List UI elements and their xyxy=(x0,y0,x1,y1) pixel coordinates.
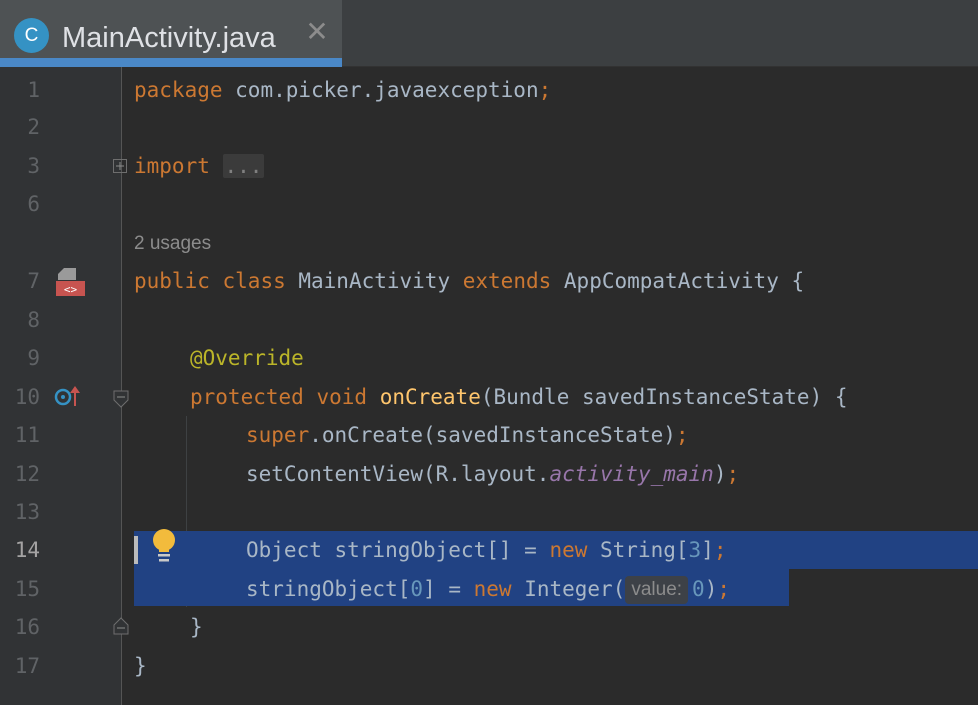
class-c-icon: C xyxy=(14,18,49,53)
line-number: 17 xyxy=(14,654,40,678)
line-number: 2 xyxy=(27,115,40,139)
code-text: setContentView(R.layout. xyxy=(246,462,550,486)
line-number: 8 xyxy=(27,308,40,332)
keyword: extends xyxy=(462,269,552,293)
code-text: stringObject[ xyxy=(246,577,411,601)
tab-title: MainActivity.java xyxy=(62,22,276,54)
fold-collapse-icon[interactable] xyxy=(113,390,129,408)
code-text: ) xyxy=(704,577,718,601)
lightbulb-icon[interactable] xyxy=(150,528,180,564)
code-text: (Bundle savedInstanceState) { xyxy=(480,385,848,409)
keyword: class xyxy=(222,269,286,293)
fold-expand-icon[interactable] xyxy=(113,159,128,174)
svg-text:<>: <> xyxy=(64,283,78,296)
keyword: new xyxy=(549,538,588,562)
line-number-current: 14 xyxy=(14,538,40,562)
editor-tab-bar: C MainActivity.java ✕ xyxy=(0,0,978,67)
code-text: ] = xyxy=(423,577,474,601)
fold-end-icon[interactable] xyxy=(113,617,129,635)
line-number: 6 xyxy=(27,192,40,216)
class-name: MainActivity xyxy=(285,269,463,293)
annotation: @Override xyxy=(190,346,304,370)
code-text: ] xyxy=(701,538,714,562)
folded-imports[interactable]: ... xyxy=(222,154,265,178)
code-text: String[ xyxy=(587,538,689,562)
semicolon: ; xyxy=(726,462,740,486)
number-literal: 0 xyxy=(692,577,705,601)
keyword: import xyxy=(134,154,210,178)
keyword: protected xyxy=(190,385,304,409)
line-number: 13 xyxy=(14,500,40,524)
line-number: 3 xyxy=(27,154,40,178)
tab-active-indicator xyxy=(0,58,342,67)
keyword: void xyxy=(316,385,368,409)
line-number: 16 xyxy=(14,615,40,639)
line-number: 15 xyxy=(14,577,40,601)
layout-xml-icon[interactable]: <> xyxy=(54,266,86,298)
line-number: 12 xyxy=(14,462,40,486)
code-text: Object stringObject[] = xyxy=(246,538,550,562)
line-number: 10 xyxy=(14,385,40,409)
text-caret xyxy=(134,536,138,564)
keyword: super xyxy=(246,423,310,447)
keyword: public xyxy=(134,269,210,293)
parameter-hint: value: xyxy=(625,576,689,604)
keyword: new xyxy=(473,577,512,601)
line-number: 1 xyxy=(27,78,40,102)
line-number: 7 xyxy=(27,269,40,293)
code-line-11[interactable]: super.onCreate(savedInstanceState); xyxy=(246,416,689,454)
code-line-15[interactable]: stringObject[0] = new Integer(value: 0); xyxy=(246,570,730,608)
tab-main-activity[interactable]: C MainActivity.java ✕ xyxy=(0,0,342,67)
number-literal: 3 xyxy=(688,538,702,562)
code-text: Integer( xyxy=(511,577,626,601)
code-line-16[interactable]: } xyxy=(190,608,203,646)
override-method-icon[interactable] xyxy=(54,384,82,410)
number-literal: 0 xyxy=(410,577,424,601)
semicolon: ; xyxy=(713,538,727,562)
line-number: 11 xyxy=(14,423,40,447)
code-text: ) xyxy=(713,462,727,486)
closing-brace: } xyxy=(190,615,203,639)
code-text: com.picker.javaexception xyxy=(222,78,539,102)
code-text: AppCompatActivity { xyxy=(551,269,805,293)
code-line-1[interactable]: package com.picker.javaexception; xyxy=(134,71,551,109)
semicolon: ; xyxy=(675,423,689,447)
code-text: .onCreate(savedInstanceState) xyxy=(309,423,676,447)
code-line-17[interactable]: } xyxy=(134,647,147,685)
code-line-14[interactable]: Object stringObject[] = new String[3]; xyxy=(246,531,727,569)
closing-brace: } xyxy=(134,654,147,678)
code-line-9[interactable]: @Override xyxy=(190,339,304,377)
static-field: activity_main xyxy=(549,462,714,486)
code-line-12[interactable]: setContentView(R.layout.activity_main); xyxy=(246,455,739,493)
semicolon: ; xyxy=(538,78,552,102)
line-number: 9 xyxy=(27,346,40,370)
semicolon: ; xyxy=(717,577,731,601)
usages-hint[interactable]: 2 usages xyxy=(134,232,211,256)
method-name: onCreate xyxy=(379,385,481,409)
code-line-10[interactable]: protected void onCreate(Bundle savedInst… xyxy=(190,378,848,416)
keyword: package xyxy=(134,78,223,102)
code-line-3[interactable]: import ... xyxy=(134,147,265,185)
code-line-7[interactable]: public class MainActivity extends AppCom… xyxy=(134,262,804,300)
close-icon[interactable]: ✕ xyxy=(303,18,331,46)
